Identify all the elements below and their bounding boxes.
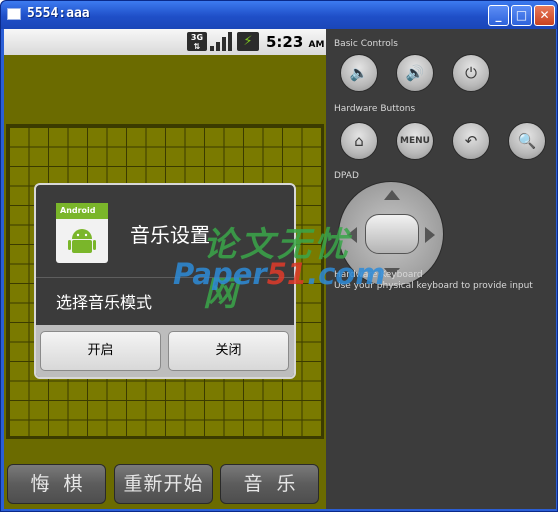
- emulator-window: 5554:aaa _ □ ✕ 3G⇅ ⚡ 5:23 AM 悔棋 重新开始 音乐: [0, 0, 558, 512]
- volume-down-icon[interactable]: 🔈: [340, 54, 378, 92]
- window-icon: [7, 8, 21, 20]
- dpad-label: DPAD: [334, 171, 359, 181]
- music-on-button[interactable]: 开启: [40, 331, 161, 371]
- hardware-buttons-label: Hardware Buttons: [334, 104, 416, 114]
- close-button[interactable]: ✕: [534, 5, 555, 26]
- clock: 5:23 AM: [266, 33, 325, 51]
- signal-icon: [210, 32, 232, 51]
- search-icon[interactable]: 🔍: [508, 122, 546, 160]
- menu-button[interactable]: MENU: [396, 122, 434, 160]
- status-bar: 3G ⇅ ⚡ 5:23 AM: [4, 29, 326, 55]
- title-bar[interactable]: 5554:aaa _ □ ✕: [1, 1, 557, 29]
- watermark-logo: 论文无忧网 Paper51.com: [173, 217, 387, 314]
- dialog-button-bar: 开启 关闭: [36, 325, 294, 377]
- watermark-en: Paper51.com: [173, 257, 386, 291]
- restart-button[interactable]: 重新开始: [114, 464, 213, 504]
- power-icon[interactable]: ⏻: [452, 54, 490, 92]
- android-robot-icon: [68, 229, 96, 253]
- basic-controls-label: Basic Controls: [334, 39, 398, 49]
- back-icon[interactable]: ↶: [452, 122, 490, 160]
- dpad-right-icon[interactable]: [425, 227, 435, 243]
- undo-button[interactable]: 悔棋: [7, 464, 106, 504]
- music-off-button[interactable]: 关闭: [168, 331, 289, 371]
- battery-icon: ⚡: [237, 32, 259, 51]
- android-app-icon: Android: [56, 203, 108, 263]
- minimize-button[interactable]: _: [488, 5, 509, 26]
- maximize-button[interactable]: □: [511, 5, 532, 26]
- dpad-up-icon[interactable]: [384, 190, 400, 200]
- window-title: 5554:aaa: [27, 6, 90, 21]
- home-icon[interactable]: ⌂: [340, 122, 378, 160]
- music-button[interactable]: 音乐: [220, 464, 319, 504]
- volume-up-icon[interactable]: 🔊: [396, 54, 434, 92]
- dialog-message: 选择音乐模式: [56, 293, 153, 312]
- network-3g-icon: 3G ⇅: [187, 32, 207, 51]
